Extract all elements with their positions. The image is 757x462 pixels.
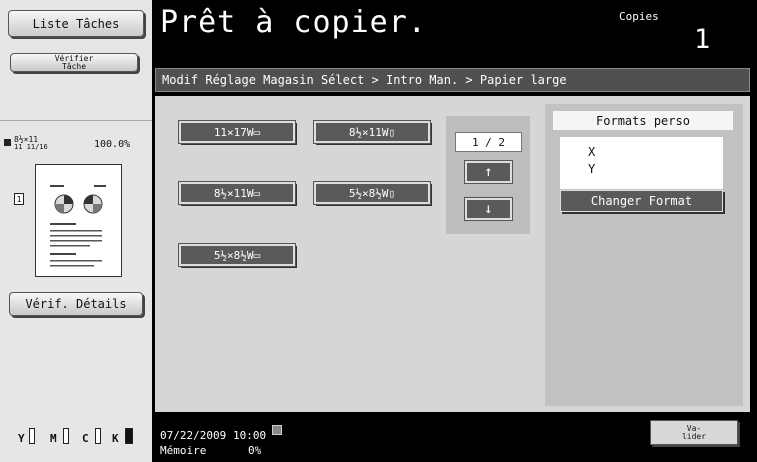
paper-size-8-5x11w-landscape-button[interactable]: 8½×11W▭ — [178, 181, 296, 205]
paper-size-sub: 11 11/16 — [14, 143, 48, 151]
paper-size-5-5x8-5w-landscape-button[interactable]: 5½×8½W▭ — [178, 243, 296, 267]
memory-value: 0% — [248, 444, 262, 457]
preview-info: 8½×11 11 11/16 100.0% — [4, 136, 148, 154]
toner-y-level — [29, 428, 35, 444]
page-orientation-icon — [4, 139, 11, 146]
preview-graphic — [50, 185, 106, 267]
toner-m: M — [50, 432, 57, 445]
page-up-button[interactable]: ↑ — [464, 160, 513, 184]
validate-button[interactable]: Va- lider — [650, 420, 738, 445]
custom-format-x-label: X — [588, 145, 596, 159]
custom-formats-title: Formats perso — [553, 111, 733, 130]
job-list-button[interactable]: Liste Tâches — [8, 10, 144, 37]
page-indicator: 1 / 2 — [455, 132, 522, 152]
toner-k: K — [112, 432, 119, 445]
toner-y: Y — [18, 432, 25, 445]
document-icon: 1 — [14, 193, 24, 205]
verify-job-button[interactable]: Vérifier Tâche — [10, 53, 138, 72]
page-down-button[interactable]: ↓ — [464, 197, 513, 221]
paper-size-11x17w-landscape-button[interactable]: 11×17W▭ — [178, 120, 296, 144]
copies-count: 1 — [694, 24, 711, 55]
paper-size-5-5x8-5w-portrait-button[interactable]: 5½×8½W▯ — [313, 181, 431, 205]
check-details-button[interactable]: Vérif. Détails — [9, 292, 143, 316]
copy-preview — [35, 164, 122, 277]
paper-size-8-5x11w-portrait-button[interactable]: 8½×11W▯ — [313, 120, 431, 144]
custom-format-values: X Y — [560, 137, 723, 189]
toner-area: Y M C K — [0, 415, 152, 462]
copies-label: Copies — [619, 10, 659, 23]
page-title: Prêt à copier. — [160, 5, 427, 40]
time-display: 10:00 — [233, 429, 267, 442]
change-format-button[interactable]: Changer Format — [560, 190, 723, 212]
toner-c-level — [95, 428, 101, 444]
arrow-up-icon: ↑ — [484, 164, 493, 180]
network-icon — [272, 425, 282, 435]
breadcrumb: Modif Réglage Magasin Sélect > Intro Man… — [155, 68, 750, 92]
toner-m-level — [63, 428, 69, 444]
zoom-ratio: 100.0% — [94, 139, 131, 150]
divider — [0, 120, 152, 121]
custom-format-y-label: Y — [588, 162, 596, 176]
arrow-down-icon: ↓ — [484, 201, 493, 217]
toner-c: C — [82, 432, 89, 445]
date-display: 07/22/2009 — [160, 429, 227, 442]
memory-label: Mémoire — [160, 444, 207, 457]
toner-k-level — [125, 428, 133, 444]
